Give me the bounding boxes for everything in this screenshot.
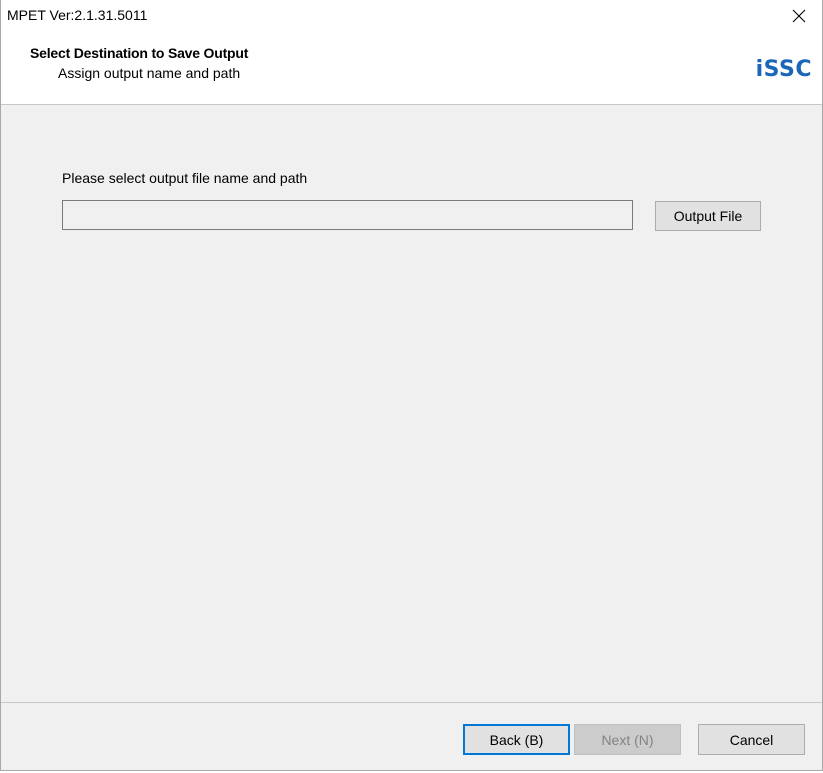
footer-divider bbox=[1, 702, 822, 703]
wizard-header: Select Destination to Save Output Assign… bbox=[1, 32, 822, 105]
close-button[interactable] bbox=[776, 0, 822, 32]
page-title: Select Destination to Save Output bbox=[30, 45, 249, 61]
logo-text: iSSC bbox=[755, 57, 812, 82]
title-bar: MPET Ver:2.1.31.5011 bbox=[1, 0, 822, 32]
issc-logo: iSSC bbox=[756, 57, 812, 82]
output-prompt-label: Please select output file name and path bbox=[62, 170, 308, 186]
output-path-input[interactable] bbox=[62, 200, 633, 230]
wizard-window: MPET Ver:2.1.31.5011 Select Destination … bbox=[0, 0, 823, 771]
output-file-button[interactable]: Output File bbox=[655, 201, 761, 231]
back-button[interactable]: Back (B) bbox=[463, 724, 570, 755]
window-title: MPET Ver:2.1.31.5011 bbox=[7, 7, 148, 23]
cancel-button[interactable]: Cancel bbox=[698, 724, 805, 755]
page-subtitle: Assign output name and path bbox=[58, 65, 241, 81]
close-icon bbox=[792, 9, 806, 23]
next-button[interactable]: Next (N) bbox=[574, 724, 681, 755]
